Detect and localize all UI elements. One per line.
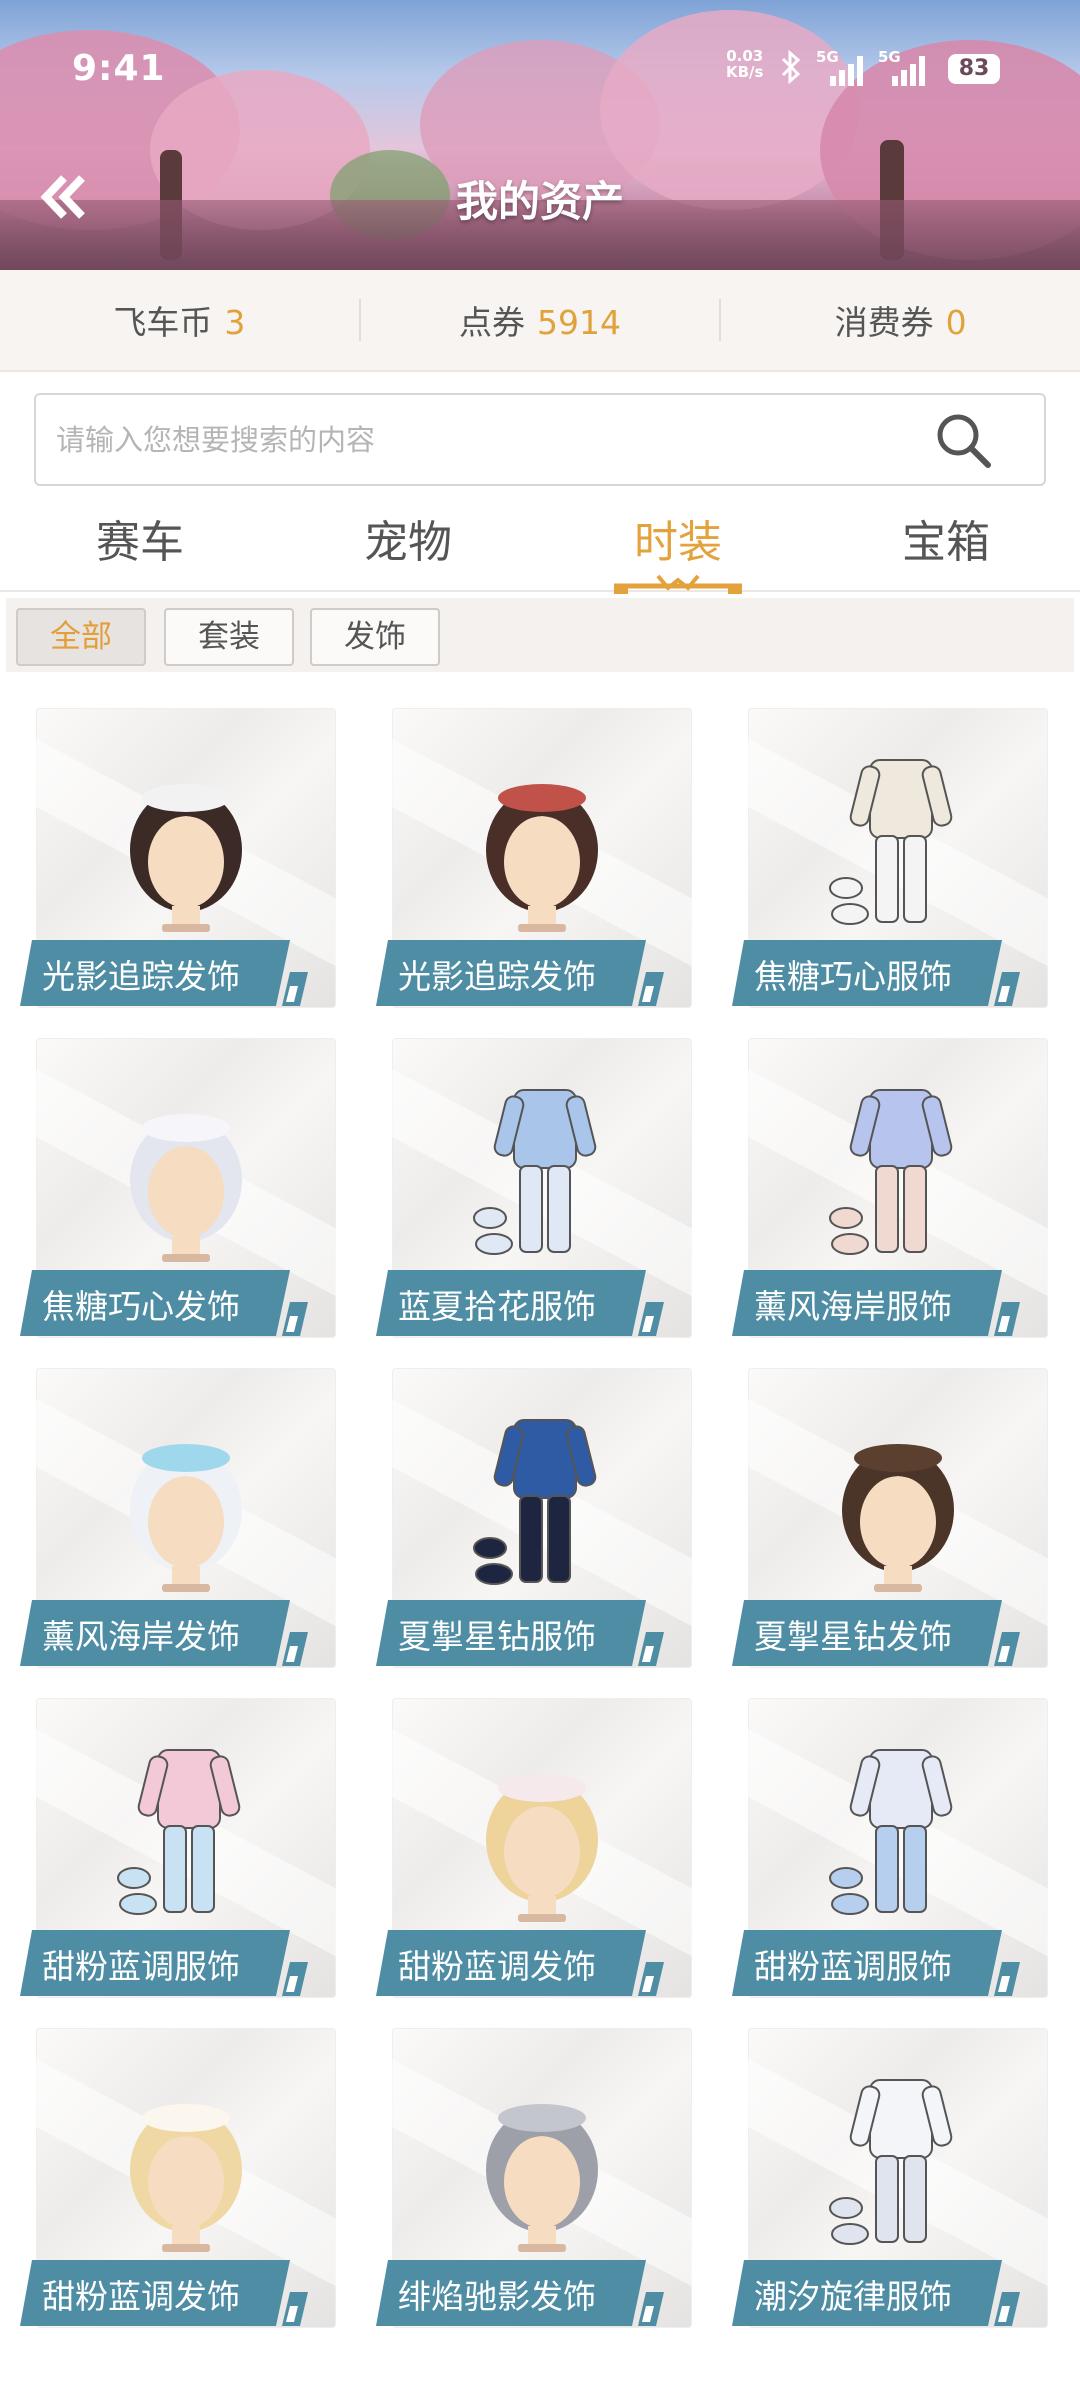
item-name-banner: 夏掣星钻发饰	[732, 1600, 1002, 1666]
item-name-banner: 甜粉蓝调服饰	[20, 1930, 290, 1996]
outfit-image	[442, 1398, 642, 1608]
filter-suits[interactable]: 套装	[164, 608, 294, 666]
fashion-item-card[interactable]: 焦糖巧心发饰	[20, 1030, 336, 1340]
hair-accessory-image	[798, 1398, 998, 1608]
battery-icon: 83	[948, 54, 1000, 84]
currency-label: 飞车币	[113, 303, 213, 342]
hair-accessory-image	[86, 1398, 286, 1608]
currency-label: 消费券	[834, 303, 934, 342]
fashion-item-card[interactable]: 光影追踪发饰	[20, 700, 336, 1010]
hair-accessory-image	[86, 2058, 286, 2268]
item-grid: 光影追踪发饰 光影追踪发饰 焦糖巧心服饰 焦糖巧心发饰 蓝夏拾花服饰 薰风海岸服…	[0, 700, 1080, 2400]
tab-cars[interactable]: 赛车	[50, 506, 230, 570]
item-name-banner: 甜粉蓝调发饰	[20, 2260, 290, 2326]
outfit-image	[798, 1068, 998, 1278]
fashion-item-card[interactable]: 薰风海岸发饰	[20, 1360, 336, 1670]
item-name: 焦糖巧心服饰	[754, 957, 952, 996]
item-name-banner: 薰风海岸服饰	[732, 1270, 1002, 1336]
bluetooth-icon	[780, 49, 802, 92]
currency-dianquan: 点券 5914	[361, 296, 720, 344]
signal-icon: 5G	[878, 48, 928, 86]
status-bar: 9:41 0.03 KB/s 5G 5G 83	[0, 48, 1080, 89]
currency-value: 0	[945, 303, 967, 342]
search-box	[34, 393, 1046, 486]
item-name: 潮汐旋律服饰	[754, 2277, 952, 2316]
filter-all[interactable]: 全部	[16, 608, 146, 666]
item-name-banner: 焦糖巧心发饰	[20, 1270, 290, 1336]
outfit-image	[798, 2058, 998, 2268]
item-name-banner: 绯焰驰影发饰	[376, 2260, 646, 2326]
outfit-image	[798, 1728, 998, 1938]
signal-icon: 5G	[816, 48, 866, 86]
item-name-banner: 甜粉蓝调发饰	[376, 1930, 646, 1996]
header-banner: 9:41 0.03 KB/s 5G 5G 83 我的资产	[0, 0, 1080, 270]
search-input[interactable]	[56, 395, 936, 484]
outfit-image	[442, 1068, 642, 1278]
item-name: 甜粉蓝调服饰	[42, 1947, 240, 1986]
currency-label: 点券	[459, 303, 526, 342]
net-speed-value: 0.03	[726, 47, 764, 65]
search-icon[interactable]	[934, 411, 994, 471]
fashion-item-card[interactable]: 甜粉蓝调服饰	[732, 1690, 1048, 2000]
item-name: 甜粉蓝调发饰	[42, 2277, 240, 2316]
item-name: 夏掣星钻服饰	[398, 1617, 596, 1656]
item-name: 甜粉蓝调发饰	[398, 1947, 596, 1986]
item-name: 光影追踪发饰	[398, 957, 596, 996]
item-name-banner: 薰风海岸发饰	[20, 1600, 290, 1666]
hair-accessory-image	[86, 1068, 286, 1278]
tab-chests[interactable]: 宝箱	[856, 506, 1036, 570]
hair-accessory-image	[442, 738, 642, 948]
item-name: 甜粉蓝调服饰	[754, 1947, 952, 1986]
item-name-banner: 夏掣星钻服饰	[376, 1600, 646, 1666]
outfit-image	[798, 738, 998, 948]
filter-hair[interactable]: 发饰	[310, 608, 440, 666]
currency-bar: 飞车币 3 点券 5914 消费券 0	[0, 270, 1080, 372]
fashion-item-card[interactable]: 甜粉蓝调发饰	[20, 2020, 336, 2330]
fashion-item-card[interactable]: 薰风海岸服饰	[732, 1030, 1048, 1340]
signal-label: 5G	[816, 48, 839, 66]
tab-fashion[interactable]: 时装	[588, 506, 768, 570]
item-name-banner: 甜粉蓝调服饰	[732, 1930, 1002, 1996]
filter-bar: 全部 套装 发饰	[6, 598, 1074, 672]
network-speed: 0.03 KB/s	[726, 48, 763, 80]
active-tab-indicator	[614, 574, 742, 596]
item-name-banner: 光影追踪发饰	[376, 940, 646, 1006]
item-name: 夏掣星钻发饰	[754, 1617, 952, 1656]
net-speed-unit: KB/s	[726, 63, 764, 81]
item-name-banner: 潮汐旋律服饰	[732, 2260, 1002, 2326]
fashion-item-card[interactable]: 绯焰驰影发饰	[376, 2020, 692, 2330]
page-title: 我的资产	[455, 177, 624, 226]
hair-accessory-image	[442, 2058, 642, 2268]
item-name: 绯焰驰影发饰	[398, 2277, 596, 2316]
fashion-item-card[interactable]: 潮汐旋律服饰	[732, 2020, 1048, 2330]
tab-pets[interactable]: 宠物	[318, 506, 498, 570]
item-name: 薰风海岸服饰	[754, 1287, 952, 1326]
clock: 9:41	[72, 48, 166, 89]
item-name: 薰风海岸发饰	[42, 1617, 240, 1656]
item-name-banner: 光影追踪发饰	[20, 940, 290, 1006]
signal-label: 5G	[878, 48, 901, 66]
fashion-item-card[interactable]: 光影追踪发饰	[376, 700, 692, 1010]
currency-feicheb: 飞车币 3	[0, 296, 359, 344]
fashion-item-card[interactable]: 蓝夏拾花服饰	[376, 1030, 692, 1340]
currency-xiaofeiquan: 消费券 0	[721, 296, 1080, 344]
outfit-image	[86, 1728, 286, 1938]
fashion-item-card[interactable]: 夏掣星钻服饰	[376, 1360, 692, 1670]
fashion-item-card[interactable]: 夏掣星钻发饰	[732, 1360, 1048, 1670]
fashion-item-card[interactable]: 甜粉蓝调发饰	[376, 1690, 692, 2000]
item-name: 蓝夏拾花服饰	[398, 1287, 596, 1326]
category-tabs: 赛车 宠物 时装 宝箱	[0, 500, 1080, 594]
currency-value: 5914	[537, 303, 621, 342]
item-name: 光影追踪发饰	[42, 957, 240, 996]
item-name-banner: 蓝夏拾花服饰	[376, 1270, 646, 1336]
hair-accessory-image	[442, 1728, 642, 1938]
fashion-item-card[interactable]: 焦糖巧心服饰	[732, 700, 1048, 1010]
item-name: 焦糖巧心发饰	[42, 1287, 240, 1326]
fashion-item-card[interactable]: 甜粉蓝调服饰	[20, 1690, 336, 2000]
item-name-banner: 焦糖巧心服饰	[732, 940, 1002, 1006]
currency-value: 3	[224, 303, 246, 342]
hair-accessory-image	[86, 738, 286, 948]
